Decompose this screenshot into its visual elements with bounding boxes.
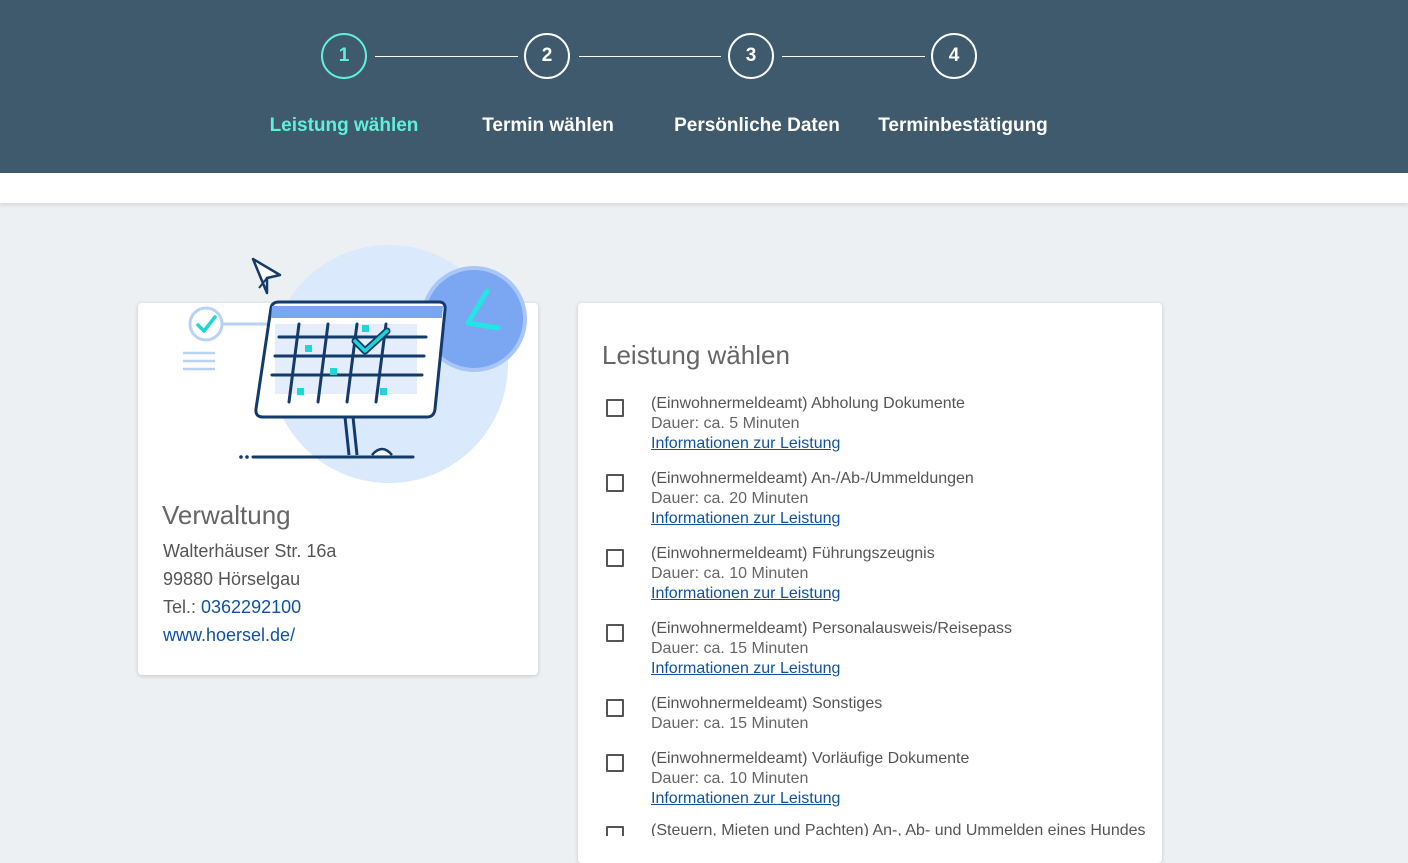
step-3-label: Persönliche Daten bbox=[674, 115, 840, 136]
service-title: (Einwohnermeldeamt) Abholung Dokumente bbox=[651, 395, 965, 412]
step-3-circle: 3 bbox=[728, 33, 774, 79]
service-title: (Einwohnermeldeamt) Personalausweis/Reis… bbox=[651, 620, 1013, 637]
step-1-circle: 1 bbox=[321, 33, 367, 79]
step-connector bbox=[579, 56, 721, 57]
service-title: (Einwohnermeldeamt) Vorläufige Dokumente bbox=[651, 750, 970, 767]
service-title: (Einwohnermeldeamt) Sonstiges bbox=[651, 695, 883, 712]
services-title: Leistung wählen bbox=[602, 340, 790, 370]
service-duration: Dauer: ca. 15 Minuten bbox=[651, 715, 809, 732]
phone-label: Tel.: bbox=[163, 597, 202, 617]
service-item: (Einwohnermeldeamt) Sonstiges Dauer: ca.… bbox=[600, 695, 1160, 745]
step-2-circle: 2 bbox=[524, 33, 570, 79]
website-link[interactable]: www.hoersel.de/ bbox=[163, 625, 295, 645]
location-street: Walterhäuser Str. 16a bbox=[163, 541, 337, 561]
service-checkbox[interactable] bbox=[606, 826, 624, 836]
step-4-circle: 4 bbox=[931, 33, 977, 79]
service-checkbox[interactable] bbox=[606, 699, 624, 717]
step-2-label: Termin wählen bbox=[482, 115, 614, 136]
service-duration: Dauer: ca. 10 Minuten bbox=[651, 770, 809, 787]
service-info-link[interactable]: Informationen zur Leistung bbox=[651, 790, 840, 808]
paper-plane-icon bbox=[251, 257, 282, 295]
location-phone-row: Tel.: 0362292100 bbox=[163, 597, 301, 618]
phone-link[interactable]: 0362292100 bbox=[201, 597, 301, 617]
service-item: (Einwohnermeldeamt) Führungszeugnis Daue… bbox=[600, 545, 1160, 615]
service-info-link[interactable]: Informationen zur Leistung bbox=[651, 435, 840, 453]
service-checkbox[interactable] bbox=[606, 399, 624, 417]
service-item: (Einwohnermeldeamt) An-/Ab-/Ummeldungen … bbox=[600, 470, 1160, 540]
service-title: (Steuern, Mieten und Pachten) An-, Ab- u… bbox=[651, 822, 1146, 836]
service-item: (Steuern, Mieten und Pachten) An-, Ab- u… bbox=[600, 822, 1160, 836]
calendar-illustration-icon bbox=[183, 245, 527, 483]
service-info-link[interactable]: Informationen zur Leistung bbox=[651, 585, 840, 603]
service-item: (Einwohnermeldeamt) Vorläufige Dokumente… bbox=[600, 750, 1160, 820]
location-city: 99880 Hörselgau bbox=[163, 569, 301, 589]
progress-stepper: 1 2 3 4 Leistung wählen Termin wählen Pe… bbox=[0, 0, 1408, 173]
service-info-link[interactable]: Informationen zur Leistung bbox=[651, 510, 840, 528]
service-title: (Einwohnermeldeamt) An-/Ab-/Ummeldungen bbox=[651, 470, 974, 487]
service-duration: Dauer: ca. 5 Minuten bbox=[651, 415, 800, 432]
location-name: Verwaltung bbox=[162, 500, 291, 530]
service-item: (Einwohnermeldeamt) Personalausweis/Reis… bbox=[600, 620, 1160, 690]
service-checkbox[interactable] bbox=[606, 624, 624, 642]
service-title: (Einwohnermeldeamt) Führungszeugnis bbox=[651, 545, 935, 562]
service-duration: Dauer: ca. 20 Minuten bbox=[651, 490, 809, 507]
service-duration: Dauer: ca. 10 Minuten bbox=[651, 565, 809, 582]
subheader-strip bbox=[0, 173, 1408, 203]
step-1-label: Leistung wählen bbox=[269, 115, 419, 136]
service-checkbox[interactable] bbox=[606, 549, 624, 567]
step-connector bbox=[782, 56, 925, 57]
service-info-link[interactable]: Informationen zur Leistung bbox=[651, 660, 840, 678]
location-website-row: www.hoersel.de/ bbox=[163, 625, 295, 646]
service-checkbox[interactable] bbox=[606, 754, 624, 772]
step-4-label: Terminbestätigung bbox=[878, 115, 1048, 136]
step-connector bbox=[375, 56, 518, 57]
service-item: (Einwohnermeldeamt) Abholung Dokumente D… bbox=[600, 395, 1160, 465]
service-checkbox[interactable] bbox=[606, 474, 624, 492]
service-duration: Dauer: ca. 15 Minuten bbox=[651, 640, 809, 657]
